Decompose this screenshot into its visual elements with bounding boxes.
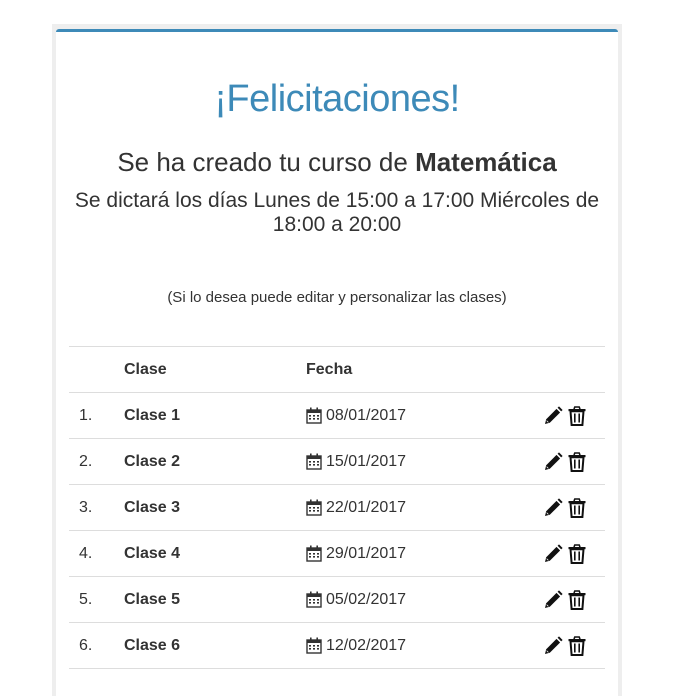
table-row: 5. Clase 5 05/02/2017	[69, 577, 605, 623]
row-actions	[543, 623, 587, 668]
row-date-text: 22/01/2017	[326, 499, 407, 516]
row-number: 3.	[79, 499, 93, 516]
calendar-icon	[306, 637, 322, 654]
trash-icon[interactable]	[567, 405, 587, 426]
row-date-text: 08/01/2017	[326, 407, 407, 424]
row-date-text: 05/02/2017	[326, 591, 407, 608]
calendar-icon	[306, 545, 322, 562]
trash-icon[interactable]	[567, 635, 587, 656]
row-actions	[543, 577, 587, 622]
trash-icon[interactable]	[567, 451, 587, 472]
header-fecha: Fecha	[306, 361, 353, 378]
row-date-text: 29/01/2017	[326, 545, 407, 562]
row-number: 4.	[79, 545, 93, 562]
calendar-icon	[306, 453, 322, 470]
row-date: 29/01/2017	[306, 531, 406, 576]
header-clase: Clase	[124, 361, 167, 378]
table-row: 2. Clase 2 15/01/2017	[69, 439, 605, 485]
row-class-name: Clase 1	[124, 407, 181, 424]
calendar-icon	[306, 407, 322, 424]
subtitle-prefix: Se ha creado tu curso de	[117, 147, 416, 177]
calendar-icon	[306, 591, 322, 608]
edit-hint: (Si lo desea puede editar y personalizar…	[167, 289, 507, 306]
table-row: 4. Clase 4 29/01/2017	[69, 531, 605, 577]
table-row: 3. Clase 3 22/01/2017	[69, 485, 605, 531]
row-class-name: Clase 3	[124, 499, 181, 516]
pencil-icon[interactable]	[543, 543, 563, 564]
row-class-name: Clase 6	[124, 637, 181, 654]
row-actions	[543, 439, 587, 484]
row-number: 1.	[79, 407, 93, 424]
pencil-icon[interactable]	[543, 589, 563, 610]
table-header: Clase Fecha	[69, 347, 605, 393]
row-class-name: Clase 5	[124, 591, 181, 608]
trash-icon[interactable]	[567, 543, 587, 564]
row-date: 08/01/2017	[306, 393, 406, 438]
row-date-text: 15/01/2017	[326, 453, 407, 470]
row-date: 22/01/2017	[306, 485, 406, 530]
schedule-text: Se dictará los días Lunes de 15:00 a 17:…	[74, 189, 600, 236]
row-number: 2.	[79, 453, 93, 470]
page-title: ¡Felicitaciones!	[214, 78, 460, 120]
pencil-icon[interactable]	[543, 451, 563, 472]
table-row: 6. Clase 6 12/02/2017	[69, 623, 605, 669]
classes-table: Clase Fecha 1. Clase 1 08/01/2017 2. Cla…	[69, 346, 605, 669]
row-number: 6.	[79, 637, 93, 654]
row-date: 12/02/2017	[306, 623, 406, 668]
row-class-name: Clase 4	[124, 545, 181, 562]
table-row: 1. Clase 1 08/01/2017	[69, 393, 605, 439]
row-actions	[543, 485, 587, 530]
row-date-text: 12/02/2017	[326, 637, 407, 654]
row-number: 5.	[79, 591, 93, 608]
calendar-icon	[306, 499, 322, 516]
row-actions	[543, 531, 587, 576]
row-date: 15/01/2017	[306, 439, 406, 484]
row-date: 05/02/2017	[306, 577, 406, 622]
pencil-icon[interactable]	[543, 635, 563, 656]
trash-icon[interactable]	[567, 497, 587, 518]
row-class-name: Clase 2	[124, 453, 181, 470]
trash-icon[interactable]	[567, 589, 587, 610]
row-actions	[543, 393, 587, 438]
course-name: Matemática	[415, 147, 557, 177]
course-subtitle: Se ha creado tu curso de Matemática	[56, 146, 618, 178]
course-created-card: ¡Felicitaciones! Se ha creado tu curso d…	[56, 29, 618, 696]
pencil-icon[interactable]	[543, 497, 563, 518]
pencil-icon[interactable]	[543, 405, 563, 426]
